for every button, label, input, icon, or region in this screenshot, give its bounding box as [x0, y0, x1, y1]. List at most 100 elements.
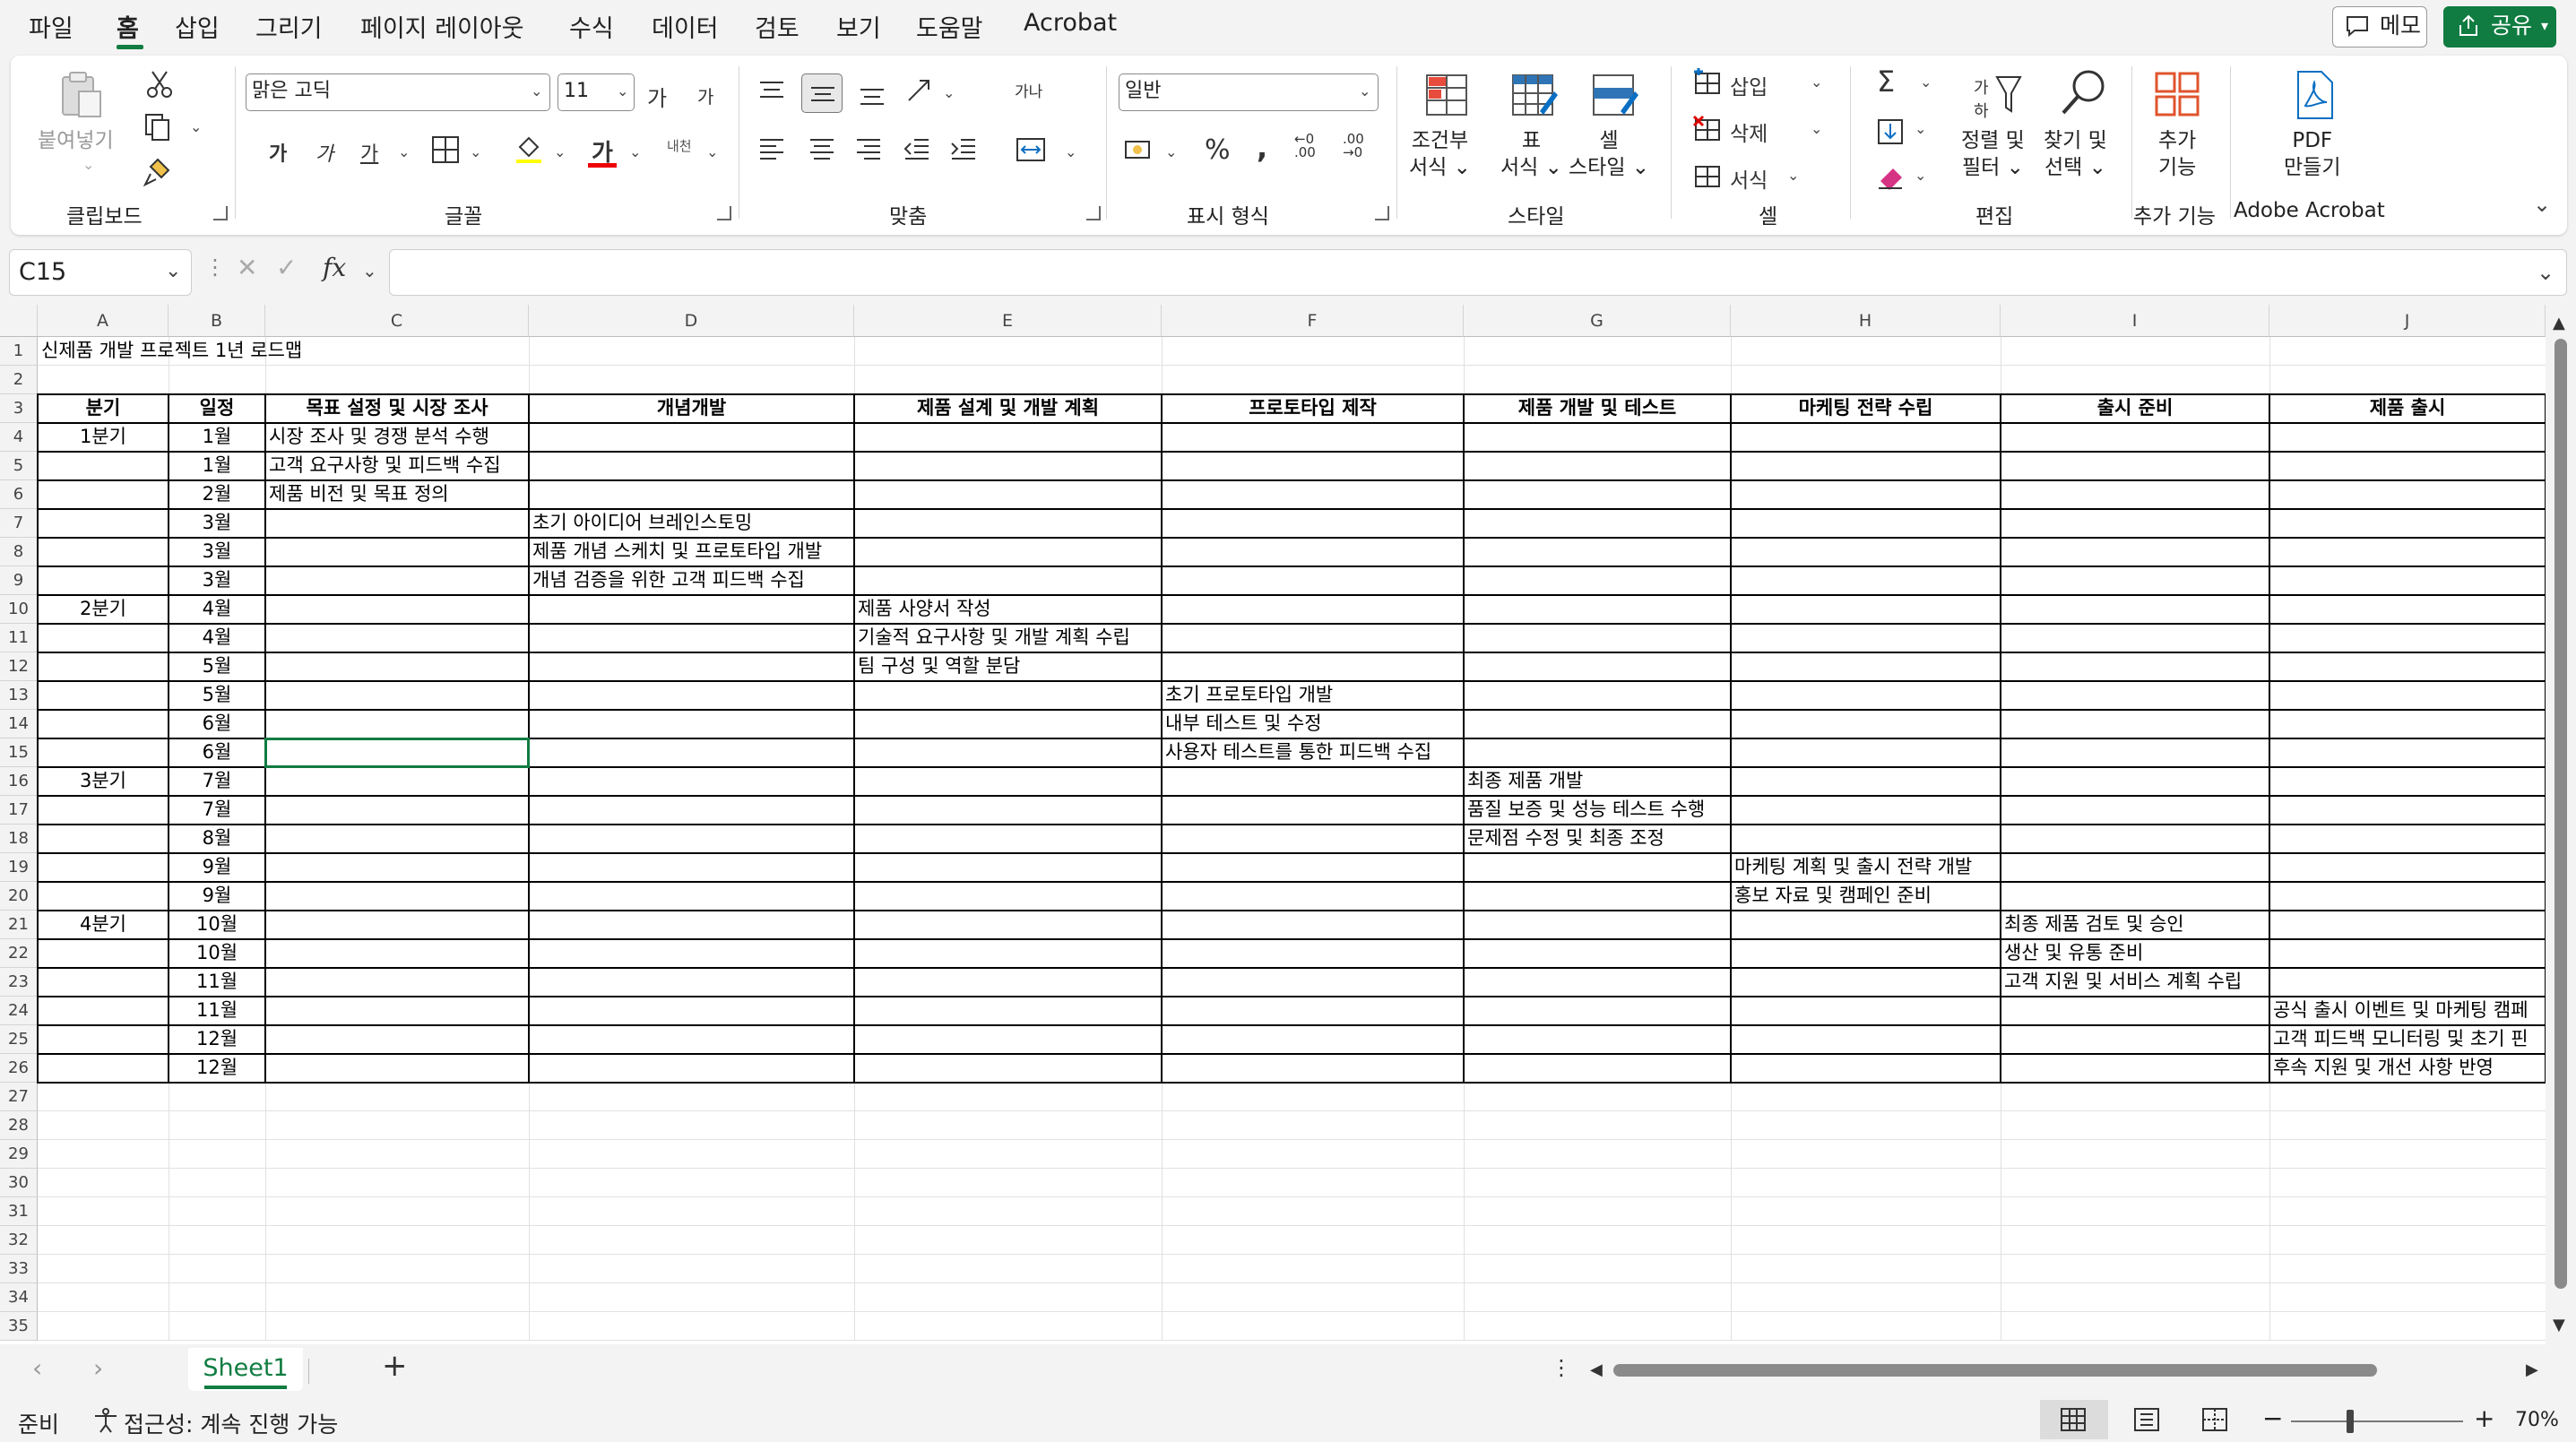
orientation-icon[interactable]	[903, 75, 936, 108]
scroll-down-icon[interactable]: ▼	[2553, 1316, 2565, 1334]
number-format-select[interactable]: 일반	[1119, 73, 1379, 111]
month-cell[interactable]: 10월	[169, 911, 265, 939]
accessibility-status[interactable]: 접근성: 계속 진행 가능	[124, 1407, 338, 1439]
table-header-cell[interactable]: 제품 출시	[2269, 394, 2546, 423]
sheet-title[interactable]: 신제품 개발 프로젝트 1년 로드맵	[38, 337, 575, 366]
month-cell[interactable]: 10월	[169, 939, 265, 968]
column-header[interactable]: I	[2001, 305, 2269, 337]
format-as-table-button[interactable]: 표 서식 ⌄	[1500, 127, 1562, 181]
table-header-cell[interactable]: 개념개발	[529, 394, 854, 423]
row-header[interactable]: 25	[0, 1025, 38, 1054]
month-cell[interactable]: 12월	[169, 1025, 265, 1054]
prev-sheet-icon[interactable]: ‹	[32, 1353, 42, 1383]
horizontal-scroll-thumb[interactable]	[1613, 1364, 2377, 1377]
chevron-down-icon[interactable]: ⌄	[1915, 167, 1926, 184]
column-header[interactable]: J	[2269, 305, 2546, 337]
worksheet-grid[interactable]: A B C D E F G H I J 1 2 3 4 5 6 7 8 9 10 11 12 13 14 15 16 17 18 19 2…	[0, 305, 2576, 1344]
menu-formulas[interactable]: 수식	[569, 9, 614, 44]
copy-icon[interactable]	[142, 111, 174, 143]
borders-icon[interactable]	[430, 134, 461, 165]
quarter-cell[interactable]: 3분기	[38, 767, 169, 796]
table-header-cell[interactable]: 마케팅 전략 수립	[1731, 394, 2001, 423]
italic-button[interactable]: 가	[316, 138, 333, 167]
table-header-cell[interactable]: 프로토타입 제작	[1162, 394, 1464, 423]
month-cell[interactable]: 5월	[169, 681, 265, 710]
format-painter-icon[interactable]	[142, 156, 174, 188]
tab-options-icon[interactable]: ⋮	[1551, 1355, 1572, 1380]
chevron-down-icon[interactable]: ⌄	[629, 143, 641, 160]
active-cell-c15[interactable]	[264, 738, 530, 768]
increase-indent-icon[interactable]	[948, 134, 979, 165]
chevron-down-icon[interactable]: ⌄	[470, 143, 481, 160]
task-cell[interactable]: 최종 제품 개발	[1464, 767, 1731, 796]
row-header[interactable]: 31	[0, 1197, 38, 1226]
grow-font-button[interactable]: 가	[647, 81, 667, 112]
accounting-format-icon[interactable]	[1122, 134, 1158, 165]
month-cell[interactable]: 11월	[169, 997, 265, 1025]
row-header[interactable]: 17	[0, 796, 38, 825]
task-cell[interactable]: 팀 구성 및 역할 분담	[854, 652, 1162, 681]
task-cell[interactable]: 기술적 요구사항 및 개발 계획 수립	[854, 624, 1162, 652]
menu-help[interactable]: 도움말	[916, 9, 983, 44]
month-cell[interactable]: 8월	[169, 825, 265, 853]
vertical-scrollbar[interactable]: ▲ ▼	[2546, 305, 2576, 1344]
row-header[interactable]: 9	[0, 566, 38, 595]
underline-button[interactable]: 가	[360, 138, 378, 167]
task-cell[interactable]: 홍보 자료 및 캠페인 준비	[1731, 882, 2001, 911]
task-cell[interactable]: 사용자 테스트를 통한 피드백 수집	[1162, 738, 1464, 767]
row-header[interactable]: 2	[0, 366, 38, 394]
row-header[interactable]: 34	[0, 1283, 38, 1312]
add-sheet-button[interactable]: +	[382, 1348, 408, 1384]
month-cell[interactable]: 7월	[169, 767, 265, 796]
task-cell[interactable]: 고객 요구사항 및 피드백 수집	[265, 452, 529, 480]
task-cell[interactable]: 고객 지원 및 서비스 계획 수립	[2001, 968, 2269, 997]
paste-button[interactable]: 붙여넣기	[38, 127, 114, 154]
table-header-cell[interactable]: 출시 준비	[2001, 394, 2269, 423]
insert-function-button[interactable]: fx	[323, 253, 346, 282]
row-header[interactable]: 4	[0, 423, 38, 452]
vertical-scroll-thumb[interactable]	[2554, 339, 2567, 1289]
select-all-corner[interactable]	[0, 305, 38, 337]
table-header-cell[interactable]: 제품 설계 및 개발 계획	[854, 394, 1162, 423]
task-cell[interactable]: 초기 아이디어 브레인스토밍	[529, 509, 854, 538]
row-header[interactable]: 29	[0, 1140, 38, 1169]
row-header[interactable]: 30	[0, 1169, 38, 1197]
row-header[interactable]: 1	[0, 337, 38, 366]
autosum-icon[interactable]: Σ	[1877, 65, 1895, 99]
chevron-down-icon[interactable]: ⌄	[1920, 73, 1932, 91]
chevron-down-icon[interactable]: ⌄	[1065, 143, 1076, 160]
row-header[interactable]: 21	[0, 911, 38, 939]
chevron-down-icon[interactable]: ⌄	[943, 84, 955, 101]
row-header[interactable]: 10	[0, 595, 38, 624]
bold-button[interactable]: 가	[269, 138, 287, 167]
month-cell[interactable]: 6월	[169, 710, 265, 738]
chevron-down-icon[interactable]: ⌄	[617, 82, 628, 99]
row-header[interactable]: 13	[0, 681, 38, 710]
month-cell[interactable]: 12월	[169, 1054, 265, 1083]
row-header[interactable]: 5	[0, 452, 38, 480]
menu-view[interactable]: 보기	[836, 9, 881, 44]
row-header[interactable]: 14	[0, 710, 38, 738]
menu-insert[interactable]: 삽입	[175, 9, 220, 44]
column-header[interactable]: E	[854, 305, 1162, 337]
month-cell[interactable]: 6월	[169, 738, 265, 767]
row-header[interactable]: 7	[0, 509, 38, 538]
row-header[interactable]: 16	[0, 767, 38, 796]
row-header[interactable]: 32	[0, 1226, 38, 1255]
menu-page-layout[interactable]: 페이지 레이아웃	[360, 9, 523, 44]
insert-cells-button[interactable]: 삽입	[1730, 70, 1768, 100]
task-cell[interactable]: 생산 및 유통 준비	[2001, 939, 2269, 968]
chevron-down-icon[interactable]: ⌄	[1787, 167, 1799, 184]
sort-filter-button[interactable]: 정렬 및 필터 ⌄	[1961, 127, 2025, 181]
task-cell[interactable]: 내부 테스트 및 수정	[1162, 710, 1464, 738]
column-header[interactable]: C	[265, 305, 529, 337]
task-cell[interactable]: 초기 프로토타입 개발	[1162, 681, 1464, 710]
column-header[interactable]: D	[529, 305, 854, 337]
decrease-decimal-icon[interactable]: .00 →0	[1343, 133, 1364, 160]
chevron-down-icon[interactable]: ⌄	[1811, 120, 1822, 137]
increase-decimal-icon[interactable]: ←0.00	[1294, 133, 1316, 160]
task-cell[interactable]: 문제점 수정 및 최종 조정	[1464, 825, 1731, 853]
month-cell[interactable]: 7월	[169, 796, 265, 825]
align-middle-button[interactable]	[801, 73, 843, 113]
task-cell[interactable]: 개념 검증을 위한 고객 피드백 수집	[529, 566, 854, 595]
